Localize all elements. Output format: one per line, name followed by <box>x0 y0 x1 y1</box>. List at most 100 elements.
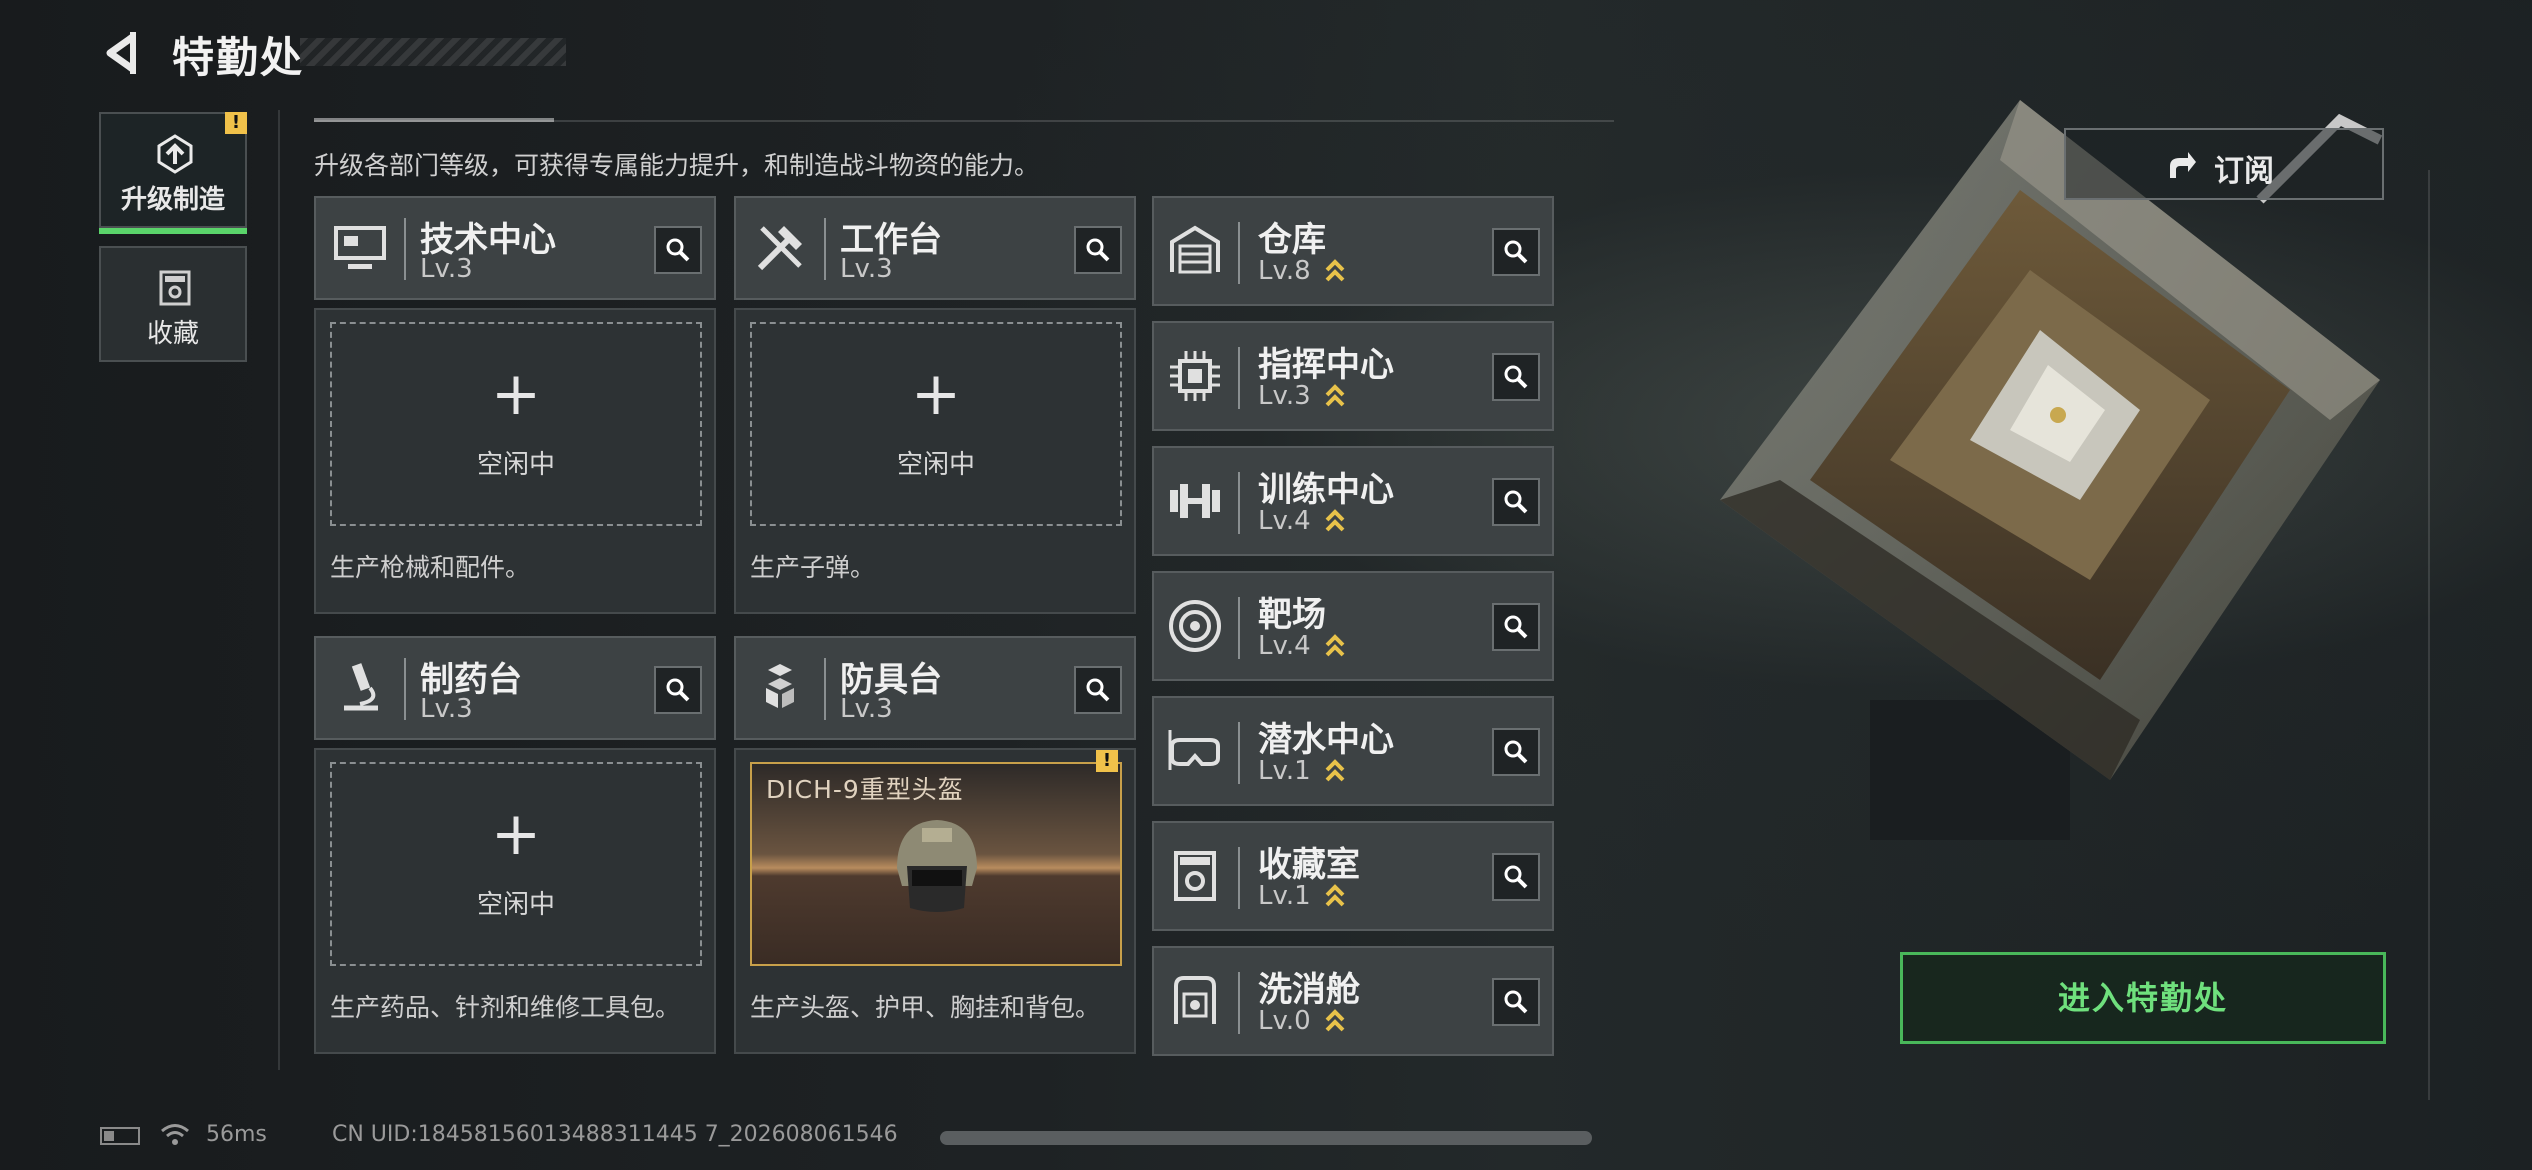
search-button[interactable] <box>1492 853 1540 901</box>
card-description: 生产子弹。 <box>750 553 876 582</box>
search-button[interactable] <box>1492 353 1540 401</box>
warehouse-icon <box>1170 225 1220 274</box>
search-icon <box>1504 240 1528 264</box>
tools-icon <box>757 226 802 271</box>
armor-blocks-icon <box>766 664 794 708</box>
upgrade-chevron-icon <box>1325 509 1345 532</box>
search-icon <box>1086 678 1110 702</box>
card-level: Lv.3 <box>840 254 893 284</box>
search-button[interactable] <box>1492 728 1540 776</box>
facility-level: Lv.8 <box>1258 256 1311 286</box>
search-icon <box>1504 365 1528 389</box>
idle-label: 空闲中 <box>476 450 555 480</box>
search-icon <box>1504 490 1528 514</box>
sidebar-item-label: 收藏 <box>146 319 199 349</box>
separator <box>824 658 826 720</box>
facility-name: 训练中心 <box>1258 470 1394 510</box>
ping-label: 56ms <box>206 1122 267 1147</box>
computer-icon <box>334 226 386 269</box>
facility-name: 指挥中心 <box>1258 345 1394 385</box>
facility-collection-room[interactable]: 收藏室 Lv.1 <box>1152 821 1554 931</box>
plus-icon: + <box>490 799 542 869</box>
card-header-workbench[interactable]: 工作台 Lv.3 <box>734 196 1136 300</box>
search-button[interactable] <box>1074 226 1122 274</box>
search-button[interactable] <box>1492 603 1540 651</box>
facility-warehouse[interactable]: 仓库 Lv.8 <box>1152 196 1554 306</box>
sidebar-item-label: 升级制造 <box>120 185 225 215</box>
production-slot[interactable]: DICH-9重型头盔 <box>750 762 1122 966</box>
upgrade-icon <box>157 134 193 174</box>
page-title: 特勤处 <box>172 33 305 82</box>
card-description: 生产头盔、护甲、胸挂和背包。 <box>750 993 1101 1022</box>
upgrade-chevron-icon <box>1325 259 1345 282</box>
search-icon <box>666 238 690 262</box>
facility-name: 收藏室 <box>1258 845 1360 885</box>
idle-slot[interactable]: + 空闲中 <box>330 322 702 526</box>
facility-level: Lv.1 <box>1258 881 1311 911</box>
separator <box>1238 847 1240 909</box>
facility-command-center[interactable]: 指挥中心 Lv.3 <box>1152 321 1554 431</box>
sidebar-item-upgrade[interactable]: ! 升级制造 <box>99 112 247 234</box>
facility-name: 洗消舱 <box>1258 970 1360 1010</box>
card-header-pharmacy[interactable]: 制药台 Lv.3 <box>314 636 716 740</box>
separator <box>1238 722 1240 784</box>
search-icon <box>666 678 690 702</box>
subscribe-button[interactable]: 订阅 <box>2064 128 2384 200</box>
decontamination-icon <box>1174 976 1216 1024</box>
helmet-image <box>897 820 977 912</box>
card-description: 生产药品、针剂和维修工具包。 <box>330 993 681 1022</box>
card-level: Lv.3 <box>840 694 893 724</box>
facility-name: 靶场 <box>1258 595 1326 635</box>
card-body-armor-bench: DICH-9重型头盔 ! 生产头盔、护甲、胸挂和背包。 <box>734 748 1136 1054</box>
search-icon <box>1504 740 1528 764</box>
search-button[interactable] <box>1492 228 1540 276</box>
separator <box>404 218 406 280</box>
sidebar-item-collection[interactable]: 收藏 <box>99 246 247 362</box>
divider-accent <box>314 118 554 122</box>
scrollbar[interactable] <box>940 1131 1592 1145</box>
sidebar-divider <box>278 110 280 1070</box>
back-arrow-icon[interactable] <box>100 30 146 76</box>
search-button[interactable] <box>1492 978 1540 1026</box>
separator <box>404 658 406 720</box>
warning-badge: ! <box>225 112 247 134</box>
search-icon <box>1504 615 1528 639</box>
separator <box>1238 597 1240 659</box>
card-body-workbench: + 空闲中 生产子弹。 <box>734 308 1136 614</box>
battery-level <box>104 1131 114 1141</box>
facility-decontamination[interactable]: 洗消舱 Lv.0 <box>1152 946 1554 1056</box>
facility-level: Lv.4 <box>1258 631 1311 661</box>
search-button[interactable] <box>654 226 702 274</box>
plus-icon: + <box>490 359 542 429</box>
subscribe-label: 订阅 <box>2214 154 2274 189</box>
card-body-tech-center: + 空闲中 生产枪械和配件。 <box>314 308 716 614</box>
enter-special-ops-button[interactable]: 进入特勤处 <box>1900 952 2386 1044</box>
enter-label: 进入特勤处 <box>2057 979 2228 1017</box>
card-level: Lv.3 <box>420 694 473 724</box>
idle-slot[interactable]: + 空闲中 <box>750 322 1122 526</box>
card-header-tech-center[interactable]: 技术中心 Lv.3 <box>314 196 716 300</box>
search-button[interactable] <box>654 666 702 714</box>
facility-name: 仓库 <box>1258 220 1326 260</box>
frame-line <box>2428 170 2430 1100</box>
facility-name: 潜水中心 <box>1258 720 1394 760</box>
search-button[interactable] <box>1074 666 1122 714</box>
idle-slot[interactable]: + 空闲中 <box>330 762 702 966</box>
upgrade-chevron-icon <box>1325 759 1345 782</box>
upgrade-chevron-icon <box>1325 634 1345 657</box>
facility-shooting-range[interactable]: 靶场 Lv.4 <box>1152 571 1554 681</box>
produced-item-name: DICH-9重型头盔 <box>766 775 964 804</box>
search-button[interactable] <box>1492 478 1540 526</box>
idle-label: 空闲中 <box>896 450 975 480</box>
card-header-armor-bench[interactable]: 防具台 Lv.3 <box>734 636 1136 740</box>
facility-training-center[interactable]: 训练中心 Lv.4 <box>1152 446 1554 556</box>
facility-level: Lv.3 <box>1258 381 1311 411</box>
wifi-icon <box>161 1124 189 1145</box>
facility-diving-center[interactable]: 潜水中心 Lv.1 <box>1152 696 1554 806</box>
facility-level: Lv.1 <box>1258 756 1311 786</box>
card-level: Lv.3 <box>420 254 473 284</box>
page-description: 升级各部门等级，可获得专属能力提升，和制造战斗物资的能力。 <box>314 151 1040 180</box>
uid-label: CN UID:18458156013488311445 7_2026080615… <box>332 1122 898 1147</box>
collection-icon <box>159 270 191 306</box>
idle-label: 空闲中 <box>476 890 555 920</box>
